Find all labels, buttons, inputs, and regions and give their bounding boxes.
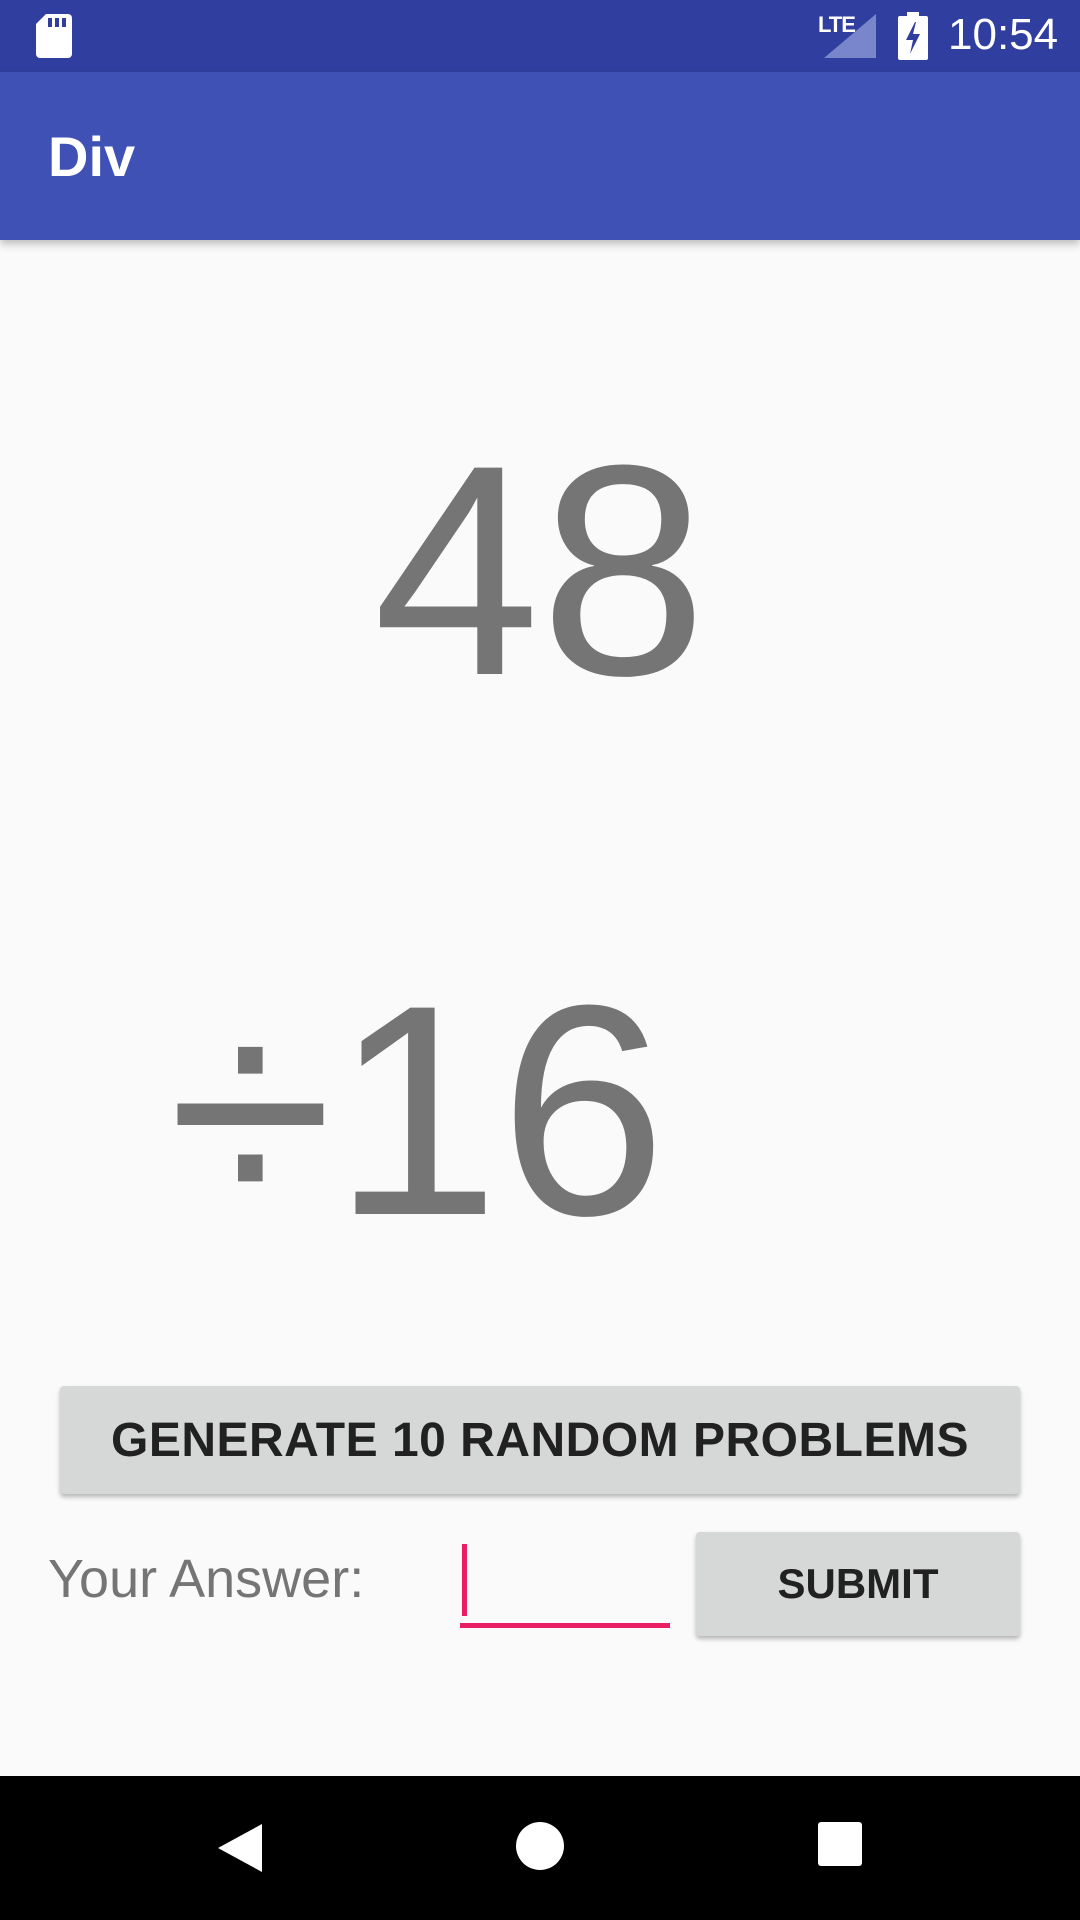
signal-icon xyxy=(824,14,876,58)
recents-icon[interactable] xyxy=(816,1820,864,1868)
submit-button[interactable]: SUBMIT xyxy=(696,1532,1020,1636)
answer-input[interactable] xyxy=(460,1540,670,1628)
dividend-number: 48 xyxy=(373,402,707,738)
text-caret xyxy=(462,1544,467,1616)
app-title: Div xyxy=(48,125,136,188)
navigation-bar xyxy=(0,1776,1080,1920)
status-bar: LTE 10:54 xyxy=(0,0,1080,72)
battery-charging-icon xyxy=(898,12,928,60)
status-clock: 10:54 xyxy=(948,10,1059,59)
generate-problems-button[interactable]: GENERATE 10 RANDOM PROBLEMS xyxy=(60,1386,1020,1494)
back-icon[interactable] xyxy=(212,1820,268,1876)
divisor-number: ÷16 xyxy=(168,942,667,1278)
sd-card-icon xyxy=(36,14,72,58)
app-bar: Div xyxy=(0,72,1080,240)
home-icon[interactable] xyxy=(514,1820,566,1872)
answer-label: Your Answer: xyxy=(48,1549,365,1609)
